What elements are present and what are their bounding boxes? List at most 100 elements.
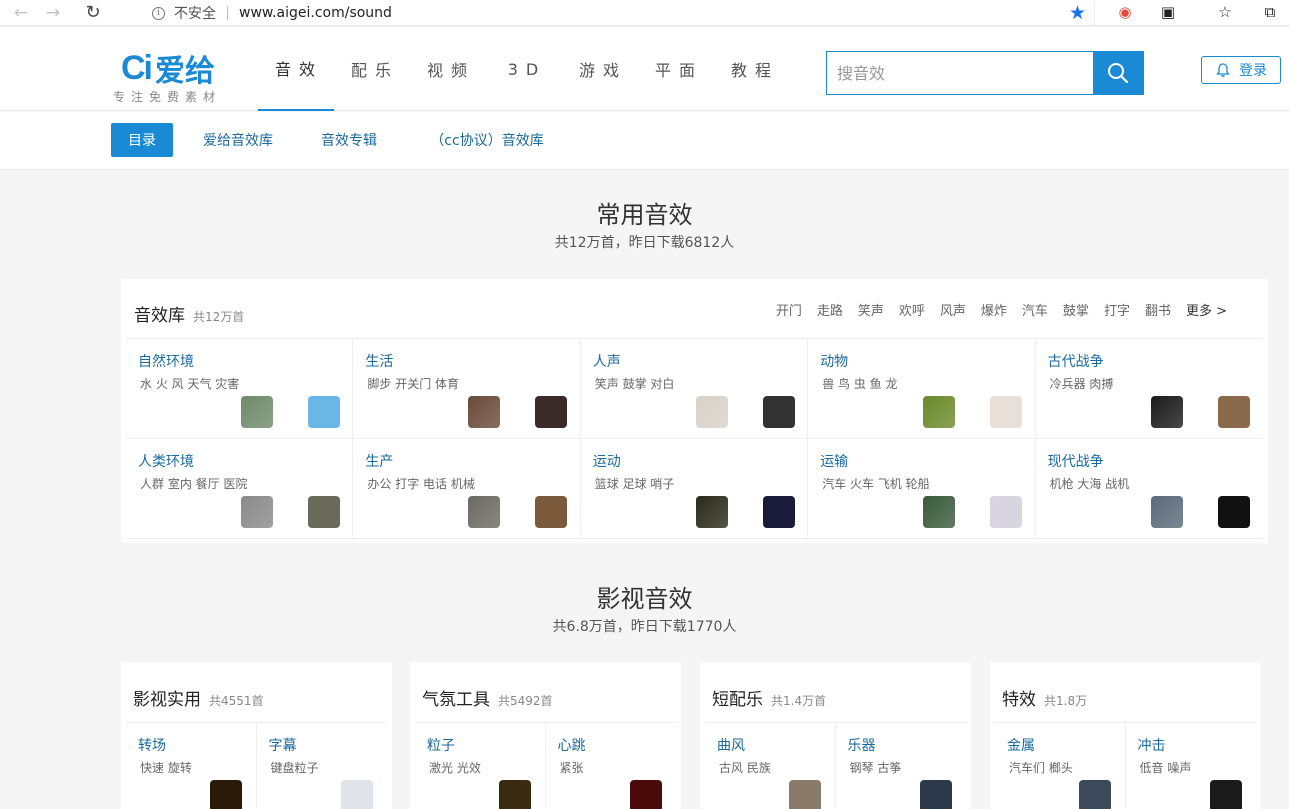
category-cell[interactable]: 运输 汽车 火车 飞机 轮船	[808, 439, 1036, 539]
category-name[interactable]: 自然环境	[138, 351, 194, 371]
back-icon[interactable]: ←	[10, 2, 32, 24]
category-name[interactable]: 冲击	[1138, 735, 1166, 755]
login-button[interactable]: 登录	[1201, 56, 1281, 84]
quick-tag[interactable]: 打字	[1104, 300, 1130, 319]
panel-title-text[interactable]: 短配乐	[712, 690, 763, 710]
category-thumbnail[interactable]	[923, 496, 956, 528]
category-thumbnail[interactable]	[990, 396, 1023, 428]
nav-item-video[interactable]: 视频	[410, 27, 486, 111]
film-category-cell[interactable]: 曲风 古风 民族	[705, 723, 836, 809]
panel-title-text[interactable]: 影视实用	[133, 690, 201, 710]
category-thumbnail[interactable]	[1150, 396, 1183, 428]
category-thumbnail[interactable]	[1079, 780, 1111, 809]
collections-icon[interactable]: ⧉	[1260, 2, 1280, 22]
category-name[interactable]: 人类环境	[138, 451, 194, 471]
nav-item-game[interactable]: 游戏	[562, 27, 638, 111]
film-category-cell[interactable]: 冲击 低音 噪声	[1126, 723, 1257, 809]
extension-icon[interactable]: ▣	[1158, 2, 1178, 22]
category-cell[interactable]: 自然环境水 火 风 天气 灾害	[126, 339, 354, 439]
category-thumbnail[interactable]	[308, 496, 340, 528]
category-name[interactable]: 人声	[593, 351, 621, 371]
site-logo[interactable]: Ci 爱给	[121, 46, 215, 90]
map-pin-icon[interactable]: ◉	[1115, 2, 1135, 22]
category-thumbnail[interactable]	[762, 396, 795, 428]
category-thumbnail[interactable]	[695, 496, 728, 528]
address-bar[interactable]: i 不安全 www.aigei.com/sound ★	[140, 1, 1095, 25]
category-name[interactable]: 生产	[365, 451, 393, 471]
category-cell[interactable]: 动物兽 鸟 虫 鱼 龙	[808, 339, 1036, 439]
category-thumbnail[interactable]	[468, 396, 501, 428]
category-thumbnail[interactable]	[919, 780, 952, 809]
category-name[interactable]: 粒子	[427, 735, 455, 755]
quick-tag[interactable]: 欢呼	[899, 300, 925, 319]
category-thumbnail[interactable]	[535, 396, 568, 428]
quick-tag[interactable]: 汽车	[1022, 300, 1048, 319]
category-thumbnail[interactable]	[210, 780, 242, 809]
category-thumbnail[interactable]	[789, 780, 821, 809]
category-thumbnail[interactable]	[535, 496, 568, 528]
category-thumbnail[interactable]	[1209, 780, 1242, 809]
category-thumbnail[interactable]	[468, 496, 501, 528]
sub-nav-aigei-library[interactable]: 爱给音效库	[192, 123, 284, 157]
category-thumbnail[interactable]	[1217, 396, 1250, 428]
category-thumbnail[interactable]	[308, 396, 340, 428]
info-icon[interactable]: i	[152, 6, 165, 20]
forward-icon[interactable]: →	[42, 2, 64, 24]
film-category-cell[interactable]: 转场 快速 旋转	[126, 723, 257, 809]
category-name[interactable]: 运动	[593, 451, 621, 471]
nav-item-3d[interactable]: 3D	[486, 27, 562, 111]
nav-item-music[interactable]: 配乐	[334, 27, 410, 111]
film-category-cell[interactable]: 心跳 紧张	[546, 723, 677, 809]
search-input[interactable]	[827, 52, 1093, 94]
category-thumbnail[interactable]	[1150, 496, 1183, 528]
nav-item-tutorial[interactable]: 教程	[714, 27, 790, 111]
sub-nav-catalog[interactable]: 目录	[111, 123, 173, 157]
nav-item-graphic[interactable]: 平面	[638, 27, 714, 111]
category-cell[interactable]: 人声 笑声 鼓掌 对白	[580, 339, 809, 439]
category-thumbnail[interactable]	[1217, 496, 1250, 528]
quick-tag[interactable]: 翻书	[1145, 300, 1171, 319]
category-cell[interactable]: 运动 篮球 足球 哨子	[580, 439, 809, 539]
favorites-icon[interactable]: ☆	[1215, 2, 1235, 22]
panel-title-text[interactable]: 音效库	[134, 306, 185, 326]
quick-tag[interactable]: 笑声	[858, 300, 884, 319]
url-text[interactable]: www.aigei.com/sound	[239, 5, 392, 21]
quick-tag[interactable]: 走路	[817, 300, 843, 319]
film-category-cell[interactable]: 字幕 键盘粒子	[257, 723, 388, 809]
nav-item-sound[interactable]: 音效	[258, 27, 334, 111]
category-thumbnail[interactable]	[923, 396, 956, 428]
bookmark-star-icon[interactable]: ★	[1069, 2, 1086, 24]
category-name[interactable]: 心跳	[558, 735, 586, 755]
category-cell[interactable]: 古代战争 冷兵器 肉搏	[1035, 339, 1263, 439]
sub-nav-cc-library[interactable]: （cc协议）音效库	[420, 123, 554, 157]
category-name[interactable]: 金属	[1007, 735, 1035, 755]
category-cell[interactable]: 人类环境 人群 室内 餐厅 医院	[126, 439, 354, 539]
category-thumbnail[interactable]	[241, 396, 273, 428]
category-thumbnail[interactable]	[695, 396, 728, 428]
category-thumbnail[interactable]	[629, 780, 662, 809]
category-name[interactable]: 字幕	[269, 735, 297, 755]
quick-tag[interactable]: 开门	[776, 300, 802, 319]
search-button[interactable]	[1093, 52, 1143, 94]
reload-icon[interactable]: ↻	[82, 2, 104, 24]
panel-title-text[interactable]: 气氛工具	[422, 690, 490, 710]
category-name[interactable]: 转场	[138, 735, 166, 755]
category-thumbnail[interactable]	[762, 496, 795, 528]
category-cell[interactable]: 生产 办公 打字 电话 机械	[353, 439, 581, 539]
quick-tag[interactable]: 爆炸	[981, 300, 1007, 319]
category-cell[interactable]: 现代战争 机枪 大海 战机	[1035, 439, 1263, 539]
quick-tag[interactable]: 风声	[940, 300, 966, 319]
film-category-cell[interactable]: 乐器 钢琴 古筝	[836, 723, 967, 809]
category-name[interactable]: 曲风	[717, 735, 745, 755]
film-category-cell[interactable]: 金属 汽车们 榔头	[995, 723, 1126, 809]
category-cell[interactable]: 生活 脚步 开关门 体育	[353, 339, 581, 439]
security-label[interactable]: 不安全	[174, 3, 216, 23]
sub-nav-albums[interactable]: 音效专辑	[310, 123, 388, 157]
category-name[interactable]: 动物	[820, 351, 848, 371]
quick-tag[interactable]: 鼓掌	[1063, 300, 1089, 319]
category-thumbnail[interactable]	[340, 780, 373, 809]
category-name[interactable]: 乐器	[848, 735, 876, 755]
category-name[interactable]: 生活	[365, 351, 393, 371]
category-thumbnail[interactable]	[241, 496, 273, 528]
more-link[interactable]: 更多 >	[1186, 300, 1227, 319]
